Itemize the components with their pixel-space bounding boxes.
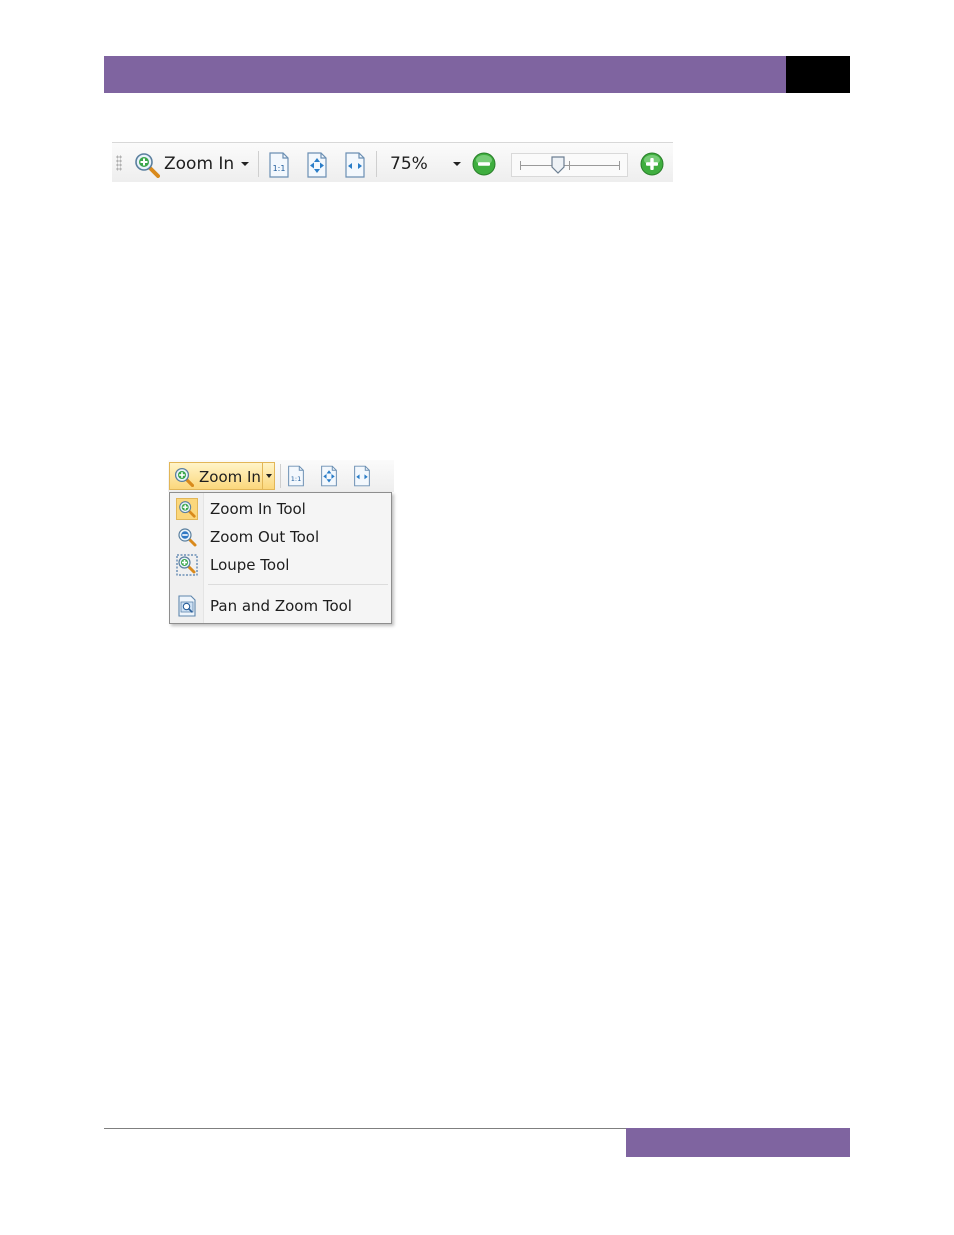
fit-width-icon[interactable]: [344, 152, 366, 178]
menu-item-label: Loupe Tool: [210, 556, 290, 574]
zoom-in-icon: [176, 498, 198, 520]
menu-item-label: Pan and Zoom Tool: [210, 597, 352, 615]
zoom-slider[interactable]: [511, 153, 628, 177]
zoom-tool-button[interactable]: Zoom In: [164, 154, 234, 174]
menu-item-label: Zoom Out Tool: [210, 528, 320, 546]
page-actual-size-icon[interactable]: 1:1: [287, 465, 305, 487]
chevron-down-icon[interactable]: [241, 162, 249, 166]
zoom-percent-field[interactable]: 75%: [390, 154, 428, 174]
toolbar-divider: [376, 151, 377, 177]
menu-item-pan-and-zoom-tool[interactable]: Pan and Zoom Tool: [172, 593, 389, 619]
menu-item-zoom-in-tool[interactable]: Zoom In Tool: [172, 496, 389, 522]
zoom-toolbar: Zoom In 1:1 75%: [112, 142, 673, 182]
pan-zoom-icon: [178, 595, 196, 617]
menu-separator: [208, 584, 388, 585]
dropdown-toolbar: Zoom In 1:1: [168, 460, 394, 492]
slider-tick: [520, 161, 521, 170]
fit-page-icon[interactable]: [306, 152, 328, 178]
plus-circle-icon[interactable]: [640, 152, 664, 176]
actual-size-text: 1:1: [291, 475, 302, 483]
header-bar: [104, 56, 786, 93]
toolbar-divider: [258, 151, 259, 177]
zoom-tool-menu: Zoom In Tool Zoom Out Tool Loupe Tool Pa…: [169, 492, 392, 624]
fit-width-icon[interactable]: [353, 465, 371, 487]
fit-page-icon[interactable]: [320, 465, 338, 487]
zoom-out-icon: [178, 528, 197, 547]
zoom-tool-dropdown-screenshot: Zoom In 1:1 Zoom In Tool Zoom Out Tool L…: [168, 460, 394, 626]
zoom-in-magnifier-icon: [174, 467, 194, 487]
page-actual-size-icon[interactable]: 1:1: [268, 152, 290, 178]
zoom-in-magnifier-icon[interactable]: [134, 152, 160, 178]
actual-size-text: 1:1: [273, 164, 286, 173]
menu-item-label: Zoom In Tool: [210, 500, 306, 518]
slider-thumb[interactable]: [551, 156, 565, 174]
minus-circle-icon[interactable]: [472, 152, 496, 176]
dropdown-arrow-button[interactable]: [262, 462, 275, 490]
slider-tick: [619, 161, 620, 170]
menu-item-loupe-tool[interactable]: Loupe Tool: [172, 552, 389, 578]
chevron-down-icon: [266, 474, 272, 478]
loupe-icon: [176, 554, 198, 576]
chevron-down-icon[interactable]: [453, 162, 461, 166]
footer-bar: [626, 1128, 850, 1157]
zoom-in-button-label: Zoom In: [199, 468, 261, 486]
toolbar-divider: [280, 464, 281, 488]
slider-tick: [569, 161, 570, 170]
toolbar-grip-handle[interactable]: [116, 155, 122, 171]
menu-item-zoom-out-tool[interactable]: Zoom Out Tool: [172, 524, 389, 550]
header-page-box: [786, 56, 850, 93]
zoom-in-split-button[interactable]: Zoom In: [169, 462, 263, 490]
